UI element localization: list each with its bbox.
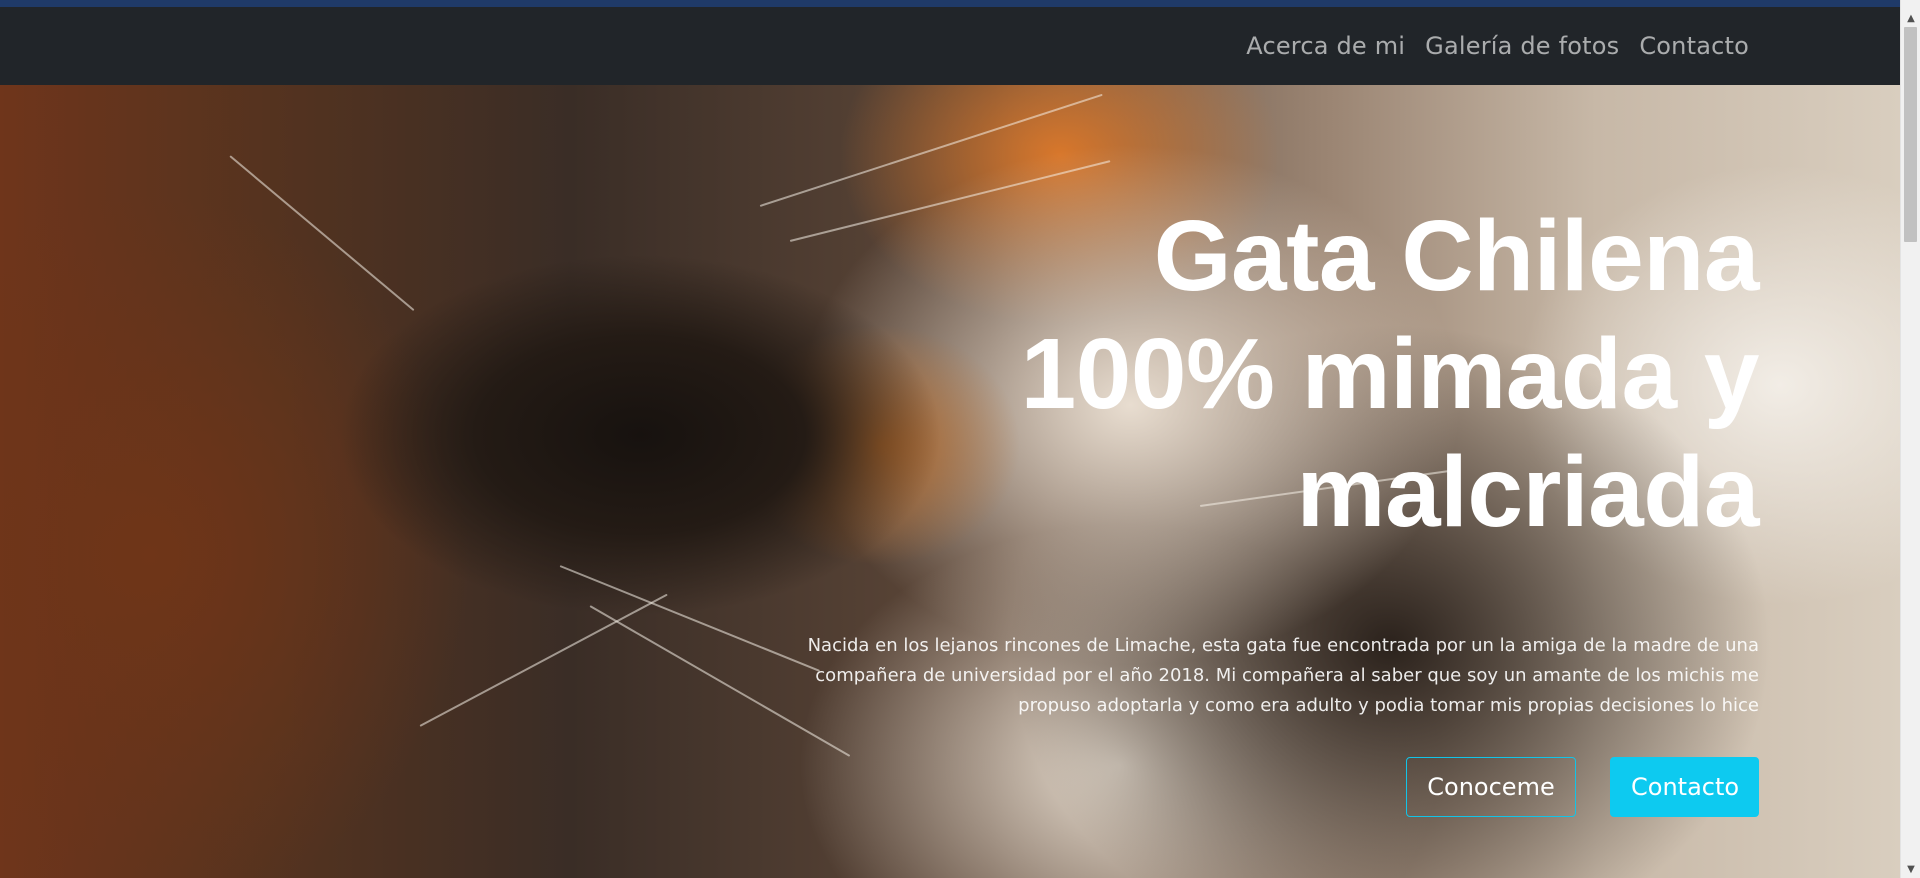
hero-description: Nacida en los lejanos rincones de Limach…	[807, 635, 1759, 716]
navbar: Acerca de mi Galería de fotos Contacto	[0, 7, 1900, 85]
scroll-down-arrow-icon[interactable]: ▼	[1901, 861, 1920, 878]
hero-title: Gata Chilena 100% mimada y malcriada	[799, 197, 1760, 551]
nav-link-contact[interactable]: Contacto	[1639, 32, 1749, 60]
scroll-up-arrow-icon[interactable]: ▲	[1901, 10, 1920, 27]
hero-section: Gata Chilena 100% mimada y malcriada Nac…	[0, 85, 1900, 878]
vertical-scrollbar[interactable]: ▲ ▼	[1900, 0, 1920, 878]
hero-title-line-2: 100% mimada y	[1020, 318, 1760, 430]
whisker-decor	[229, 155, 415, 312]
nav-links: Acerca de mi Galería de fotos Contacto	[1246, 7, 1749, 85]
hero-content: Gata Chilena 100% mimada y malcriada Nac…	[799, 197, 1760, 721]
hero-buttons: Conoceme Contacto	[1406, 757, 1759, 817]
hero-title-line-3: malcriada	[1296, 436, 1760, 548]
scrollbar-thumb[interactable]	[1904, 27, 1917, 242]
nav-link-about[interactable]: Acerca de mi	[1246, 32, 1405, 60]
hero-title-line-1: Gata Chilena	[1153, 200, 1760, 312]
whisker-decor	[759, 93, 1103, 207]
conoceme-button[interactable]: Conoceme	[1406, 757, 1576, 817]
top-strip	[0, 0, 1900, 7]
contacto-button[interactable]: Contacto	[1610, 757, 1759, 817]
nav-link-gallery[interactable]: Galería de fotos	[1425, 32, 1619, 60]
whisker-decor	[419, 593, 668, 727]
whisker-decor	[559, 565, 820, 672]
